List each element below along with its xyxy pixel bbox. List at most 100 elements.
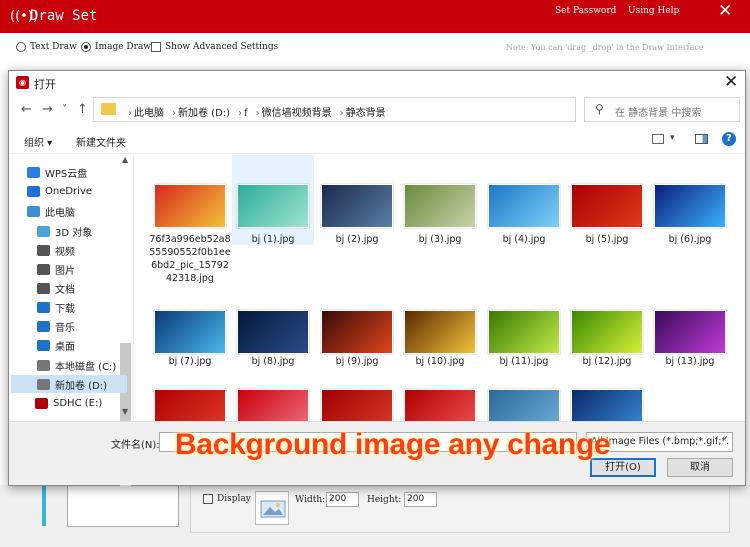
height-input[interactable]: 200: [404, 492, 437, 507]
file-item[interactable]: bj (1).jpg: [232, 155, 314, 245]
breadcrumb-item[interactable]: 微信墙视频背景: [262, 108, 332, 119]
nav-item-icon: [37, 378, 50, 390]
preview-box: [67, 485, 179, 527]
image-thumbnail: [237, 310, 309, 354]
nav-item-icon: [37, 282, 50, 294]
nav-item[interactable]: 新加卷 (D:): [11, 375, 127, 393]
nav-item-label: 文档: [55, 284, 75, 296]
organize-menu[interactable]: 组织 ▾: [24, 134, 52, 149]
breadcrumb-separator: ›: [339, 108, 344, 119]
dialog-close-icon[interactable]: ✕: [724, 72, 738, 92]
scroll-down-icon[interactable]: ▼: [122, 407, 128, 416]
file-item[interactable]: bj (3).jpg: [399, 155, 481, 245]
set-password-link[interactable]: Set Password: [555, 6, 616, 16]
cyan-indicator: [42, 485, 46, 526]
nav-item-icon: [27, 185, 40, 197]
nav-item-icon: [27, 166, 40, 178]
breadcrumb-item[interactable]: 新加卷 (D:): [178, 108, 230, 119]
image-thumbnail: [237, 184, 309, 228]
file-item[interactable]: bj (5).jpg: [566, 155, 648, 245]
width-label: Width:: [295, 495, 326, 505]
dialog-title: 打开: [34, 78, 56, 91]
app-title: Draw Set: [30, 8, 98, 24]
nav-item[interactable]: 桌面: [37, 336, 75, 354]
width-input[interactable]: 200: [326, 492, 359, 507]
nav-item[interactable]: 图片: [37, 260, 75, 278]
nav-item[interactable]: 本地磁盘 (C:): [37, 356, 116, 374]
nav-item-label: 图片: [55, 265, 75, 277]
nav-item-icon: [37, 339, 50, 351]
nav-item-icon: [37, 263, 50, 275]
scroll-up-icon[interactable]: ▲: [122, 155, 128, 164]
nav-item[interactable]: WPS云盘: [27, 163, 87, 181]
nav-item[interactable]: 文档: [37, 279, 75, 297]
image-thumbnail: [488, 389, 560, 421]
preview-pane-icon[interactable]: [695, 134, 708, 144]
file-item[interactable]: 76f3a996eb52a855590552f0b1ee6bd2_pic_157…: [149, 155, 231, 284]
image-draw-radio[interactable]: Image Draw: [81, 42, 151, 52]
nav-item-label: 桌面: [55, 341, 75, 353]
advanced-settings-checkbox[interactable]: Show Advanced Settings: [151, 42, 278, 52]
file-name: bj (6).jpg: [668, 234, 712, 245]
nav-item[interactable]: 3D 对象: [37, 222, 92, 240]
height-label: Height:: [367, 495, 402, 505]
folder-icon: [101, 103, 116, 115]
back-arrow-icon[interactable]: ←: [21, 102, 32, 117]
file-name: bj (2).jpg: [335, 234, 379, 245]
image-thumbnail: [154, 184, 226, 228]
image-thumbnail: [321, 184, 393, 228]
view-mode-icon[interactable]: [652, 134, 664, 144]
nav-item[interactable]: SDHC (E:): [35, 394, 102, 412]
breadcrumb-item[interactable]: 静态背景: [346, 108, 386, 119]
image-thumbnail: [404, 389, 476, 421]
nav-item[interactable]: OneDrive: [27, 182, 92, 200]
forward-arrow-icon[interactable]: →: [42, 102, 53, 117]
nav-item[interactable]: 音乐: [37, 317, 75, 335]
nav-item-icon: [37, 244, 50, 256]
using-help-link[interactable]: Using Help: [628, 6, 679, 16]
file-item[interactable]: bj (6).jpg: [649, 155, 731, 245]
up-arrow-icon[interactable]: ↑: [77, 102, 88, 117]
cancel-button[interactable]: 取消: [667, 458, 733, 477]
chevron-down-icon: ˅: [723, 436, 729, 446]
breadcrumb-separator: ›: [238, 108, 243, 119]
open-file-dialog: ◉ 打开 ✕ ← → ˅ ↑ › 此电脑 › 新加卷 (D:) › f › 微信墙视频背景 › 静…: [8, 70, 746, 487]
nav-item-icon: [27, 205, 40, 217]
breadcrumb-item[interactable]: f: [244, 108, 248, 119]
address-bar[interactable]: ›此电脑›新加卷 (D:)›f›微信墙视频背景›静态背景 ˅ ↻: [93, 97, 650, 122]
breadcrumb-item[interactable]: 此电脑: [134, 108, 164, 119]
nav-item[interactable]: 视频: [37, 241, 75, 259]
image-icon: [260, 500, 286, 518]
file-name: bj (7).jpg: [168, 356, 212, 367]
image-thumbnail: [654, 310, 726, 354]
command-bar: 组织 ▾ 新建文件夹 ▾ ?: [9, 126, 745, 154]
nav-item[interactable]: 下载: [37, 298, 75, 316]
image-thumbnail: [154, 389, 226, 421]
nav-item-label: 下载: [55, 303, 75, 315]
app-close-icon[interactable]: ✕: [718, 1, 732, 21]
breadcrumb: › 此电脑 › 新加卷 (D:) › f › 微信墙视频背景 › 静态背景: [122, 104, 388, 119]
nav-item-icon: [37, 359, 50, 371]
nav-item-label: 音乐: [55, 322, 75, 334]
image-thumbnail: [488, 184, 560, 228]
nav-item-icon: [37, 225, 50, 237]
image-thumbnail: [571, 184, 643, 228]
image-thumbnail: [237, 389, 309, 421]
image-thumbnail: [321, 389, 393, 421]
view-dropdown-icon[interactable]: ▾: [670, 133, 675, 143]
text-draw-radio[interactable]: Text Draw: [16, 42, 77, 52]
file-item[interactable]: bj (2).jpg: [316, 155, 398, 245]
file-name: bj (12).jpg: [582, 356, 632, 367]
image-thumbnail: [404, 184, 476, 228]
help-icon[interactable]: ?: [722, 132, 736, 146]
image-thumbnail: [488, 310, 560, 354]
file-item[interactable]: bj (4).jpg: [483, 155, 565, 245]
recent-dropdown-icon[interactable]: ˅: [62, 104, 67, 115]
image-picker-button[interactable]: [255, 491, 289, 525]
search-input[interactable]: ⚲ 在 静态背景 中搜索: [584, 97, 740, 122]
nav-item[interactable]: 此电脑: [27, 202, 75, 220]
new-folder-button[interactable]: 新建文件夹: [76, 134, 126, 149]
dialog-titlebar: ◉ 打开 ✕: [9, 71, 745, 94]
display-checkbox[interactable]: Display: [203, 494, 251, 504]
nav-item-label: 3D 对象: [55, 227, 93, 239]
